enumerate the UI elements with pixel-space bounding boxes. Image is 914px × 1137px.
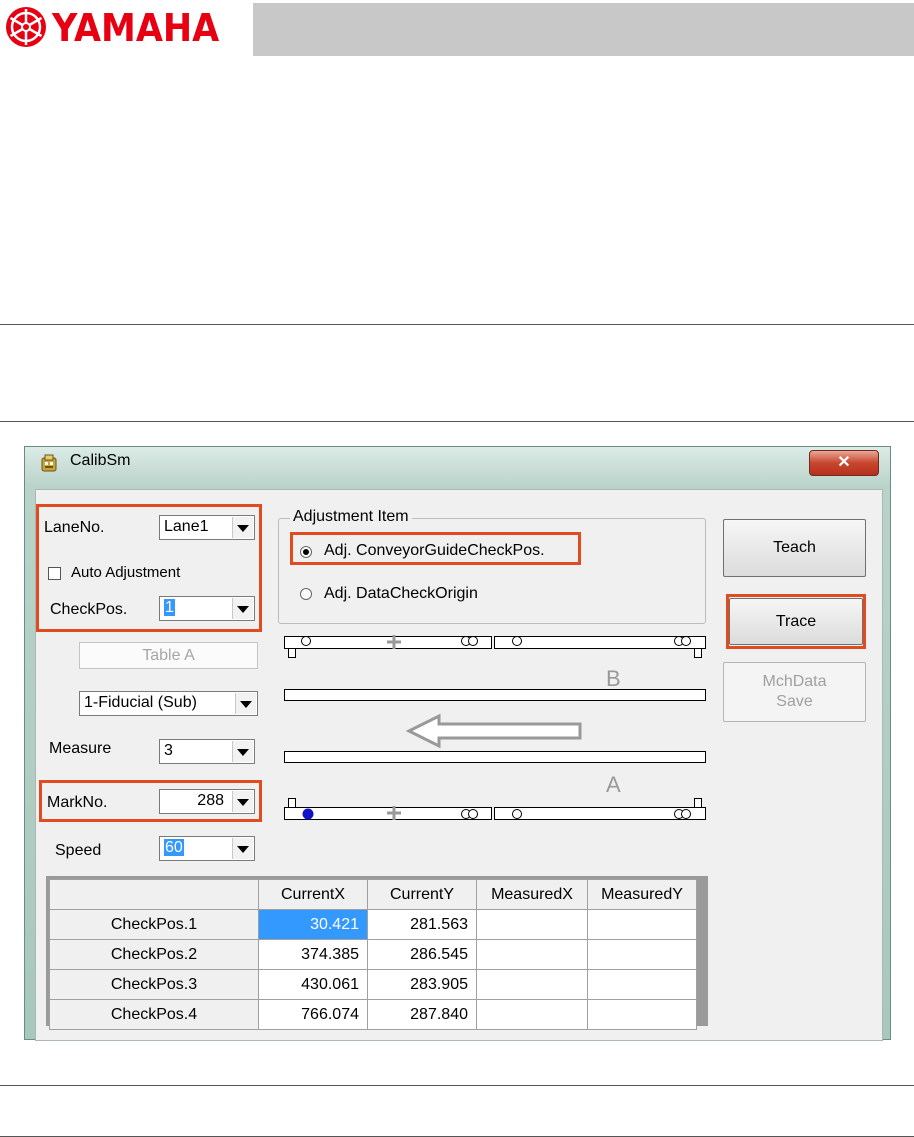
app-icon [41,454,57,472]
highlight-frame-lane-settings [36,504,262,632]
fiducial-select-value: 1-Fiducial (Sub) [84,694,197,711]
adjustment-group-title: Adjustment Item [290,508,412,526]
sensor-circle [512,809,522,819]
close-button[interactable]: ✕ [809,450,879,476]
cell-measuredx[interactable] [476,969,588,1000]
checkpos-grid: CurrentX CurrentY MeasuredX MeasuredY Ch… [49,879,697,1030]
sensor-circle [468,809,478,819]
grid-header-currentx[interactable]: CurrentX [258,879,368,910]
flow-arrow-icon [405,713,582,749]
yamaha-emblem-icon [6,7,46,47]
row-header[interactable]: CheckPos.1 [49,909,259,940]
cell-measuredx[interactable] [476,909,588,940]
table-row: CheckPos.3 430.061 283.905 [49,969,697,1000]
cell-measuredy[interactable] [587,999,697,1030]
chevron-down-icon[interactable] [235,693,256,714]
mchdata-save-button: MchData Save [723,662,866,722]
divider [0,324,914,325]
cell-currenty[interactable]: 286.545 [367,939,477,970]
cell-measuredx[interactable] [476,939,588,970]
cell-currentx[interactable]: 766.074 [258,999,368,1030]
highlight-frame-markno [39,780,262,822]
window-client-area: LaneNo. Lane1 Auto Adjustment CheckPos. … [35,489,883,1041]
mark-position-dot [302,808,314,820]
grid-header-measuredx[interactable]: MeasuredX [476,879,588,910]
grid-header-corner [49,879,259,910]
chevron-down-icon[interactable] [232,838,253,859]
cell-currentx[interactable]: 430.061 [258,969,368,1000]
cell-measuredy[interactable] [587,909,697,940]
speed-select[interactable]: 60 [159,836,255,861]
radio-data-check-origin[interactable] [300,588,312,600]
cell-currenty[interactable]: 287.840 [367,999,477,1030]
row-header[interactable]: CheckPos.2 [49,939,259,970]
highlight-frame-trace [726,594,866,649]
grid-frame: CurrentX CurrentY MeasuredX MeasuredY Ch… [46,876,708,1030]
window-title: CalibSm [70,452,131,469]
cell-measuredx[interactable] [476,999,588,1030]
grid-header-measuredy[interactable]: MeasuredY [587,879,697,910]
speed-label: Speed [55,842,102,859]
mchdata-label-1: MchData [762,673,827,690]
highlight-frame-option [290,532,581,565]
chevron-down-icon[interactable] [232,741,253,762]
sensor-circle [301,636,311,646]
grid-header-row: CurrentX CurrentY MeasuredX MeasuredY [49,879,697,910]
rail-foot [288,648,296,658]
rail-top-right [494,636,706,649]
sensor-circle [468,636,478,646]
mchdata-label-2: Save [776,693,813,710]
brand-logo-text: YAMAHA [52,6,220,50]
table-row: CheckPos.4 766.074 287.840 [49,999,697,1030]
conveyor-diagram: B A [284,635,706,820]
sensor-circle [512,636,522,646]
fiducial-select[interactable]: 1-Fiducial (Sub) [79,691,258,716]
rail-bottom-right [494,807,706,820]
divider [0,421,914,422]
cell-currenty[interactable]: 283.905 [367,969,477,1000]
cell-currentx[interactable]: 374.385 [258,939,368,970]
label-a: A [606,772,621,797]
speed-select-value: 60 [164,839,184,857]
measure-label: Measure [49,740,112,757]
label-b: B [606,666,621,691]
measure-select[interactable]: 3 [159,739,255,764]
row-header[interactable]: CheckPos.4 [49,999,259,1030]
divider [0,1085,914,1086]
table-field: Table A [79,642,258,669]
cell-measuredy[interactable] [587,939,697,970]
header-band [253,3,914,56]
rail-foot [694,648,702,658]
table-row: CheckPos.2 374.385 286.545 [49,939,697,970]
cell-currentx[interactable]: 30.421 [258,909,368,940]
sensor-circle [681,636,691,646]
guide-a [284,751,706,763]
cell-measuredy[interactable] [587,969,697,1000]
guide-b [284,689,706,701]
option-data-check-origin-label[interactable]: Adj. DataCheckOrigin [324,585,478,603]
table-row: CheckPos.1 30.421 281.563 [49,909,697,940]
sensor-circle [681,809,691,819]
cell-currenty[interactable]: 281.563 [367,909,477,940]
rail-foot [288,798,296,808]
header-bar: YAMAHA [0,0,914,56]
calibsm-window: CalibSm ✕ LaneNo. Lane1 Auto Adjustment … [24,446,891,1041]
teach-button[interactable]: Teach [723,519,866,577]
row-header[interactable]: CheckPos.3 [49,969,259,1000]
rail-foot [694,798,702,808]
speed-value-text: 60 [164,839,184,856]
measure-select-value: 3 [164,742,173,759]
grid-header-currenty[interactable]: CurrentY [367,879,477,910]
